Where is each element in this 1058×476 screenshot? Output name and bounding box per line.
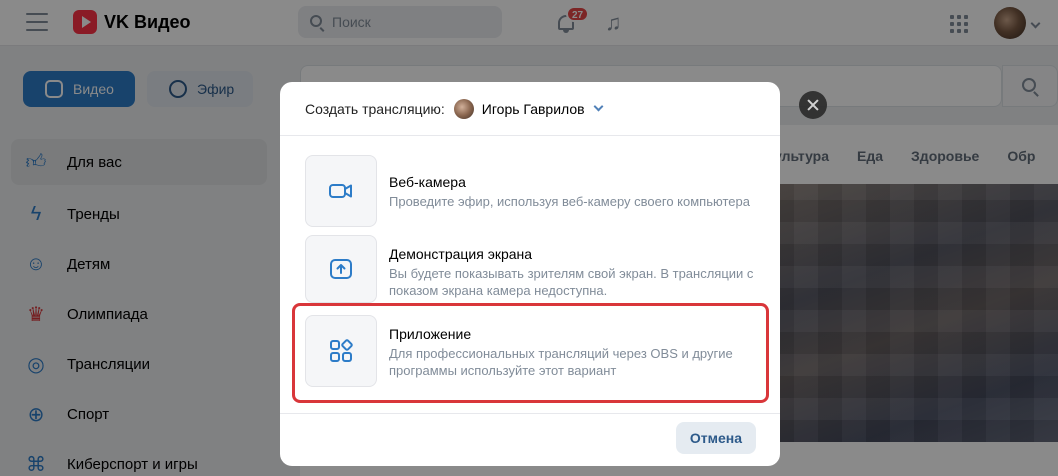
chevron-down-icon[interactable] <box>593 101 604 112</box>
dialog-header: Создать трансляцию: Игорь Гаврилов <box>280 82 780 136</box>
webcam-tile[interactable] <box>305 155 377 227</box>
option-title: Демонстрация экрана <box>389 246 533 262</box>
option-webcam[interactable]: Веб-камера Проведите эфир, используя веб… <box>305 155 765 227</box>
option-title: Веб-камера <box>389 174 466 190</box>
screen-share-icon <box>330 259 352 279</box>
option-description: Вы будете показывать зрителям свой экран… <box>389 266 754 298</box>
user-name[interactable]: Игорь Гаврилов <box>482 101 585 117</box>
dialog-header-label: Создать трансляцию: <box>305 100 445 117</box>
highlight-frame <box>292 303 769 403</box>
cancel-button[interactable]: Отмена <box>676 422 756 454</box>
dialog-footer: Отмена <box>280 413 780 466</box>
create-broadcast-dialog: Создать трансляцию: Игорь Гаврилов Веб-к… <box>280 82 780 466</box>
option-description: Проведите эфир, используя веб-камеру сво… <box>389 194 750 209</box>
screen-share-tile[interactable] <box>305 235 377 303</box>
option-screen-share[interactable]: Демонстрация экрана Вы будете показывать… <box>305 235 765 303</box>
camera-icon <box>329 184 352 198</box>
avatar[interactable] <box>453 98 474 119</box>
close-icon[interactable] <box>799 91 827 119</box>
